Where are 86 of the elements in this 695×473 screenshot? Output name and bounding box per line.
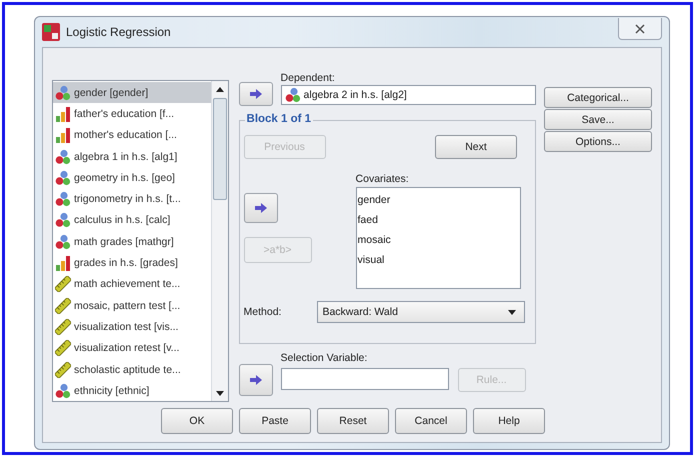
variable-item[interactable]: math achievement te...: [53, 274, 211, 295]
variable-label: mother's education [...: [74, 129, 177, 142]
variable-label: math grades [mathgr]: [74, 236, 174, 248]
variable-label: visualization retest [v...: [74, 342, 180, 354]
ruler-icon: [55, 318, 71, 335]
nominal-variable-icon: [55, 382, 71, 399]
ruler-icon: [55, 276, 71, 292]
move-to-covariates-button[interactable]: [244, 193, 278, 223]
variable-label: grades in h.s. [grades]: [74, 257, 178, 270]
dependent-label: Dependent:: [280, 72, 336, 84]
ruler-icon: [55, 362, 71, 378]
ruler-icon: [55, 340, 71, 356]
variable-list[interactable]: [52, 80, 229, 402]
variable-item[interactable]: gender [gender]: [53, 82, 211, 104]
move-to-dependent-button[interactable]: [238, 82, 273, 106]
down-triangle-icon: [216, 390, 224, 396]
side-button[interactable]: Save...: [544, 109, 652, 130]
dialog-button[interactable]: Reset: [317, 408, 389, 434]
move-to-selection-button[interactable]: [238, 364, 273, 396]
window-title: Logistic Regression: [66, 25, 172, 39]
close-icon: [635, 24, 645, 34]
variable-item[interactable]: trigonometry in h.s. [t...: [53, 188, 211, 210]
method-value: Backward: Wald: [322, 306, 398, 318]
variable-item[interactable]: ethnicity [ethnic]: [53, 380, 211, 401]
next-button[interactable]: Next: [435, 135, 517, 159]
bar-chart-icon: [55, 106, 71, 122]
variable-item[interactable]: calculus in h.s. [calc]: [53, 210, 211, 232]
nominal-variable-icon: [55, 84, 71, 101]
variable-item[interactable]: visualization retest [v...: [53, 338, 211, 359]
selection-variable-field[interactable]: [280, 368, 449, 390]
nominal-variable-icon: [55, 148, 71, 165]
variable-item[interactable]: mosaic, pattern test [...: [53, 294, 211, 316]
app-icon: [42, 23, 60, 41]
covariate-item[interactable]: visual: [358, 250, 519, 270]
nominal-variable-icon: [55, 234, 71, 250]
variable-label: visualization test [vis...: [74, 320, 178, 333]
dialog-button[interactable]: OK: [161, 408, 233, 434]
variable-label: father's education [f...: [74, 108, 174, 120]
variable-label: ethnicity [ethnic]: [74, 384, 150, 397]
up-triangle-icon: [216, 86, 224, 92]
method-label: Method:: [244, 306, 282, 318]
ruler-icon: [55, 298, 71, 314]
block-title: Block 1 of 1: [244, 113, 314, 125]
nominal-variable-icon: [55, 212, 71, 228]
nominal-variable-icon: [284, 87, 301, 103]
dialog-button[interactable]: Help: [473, 408, 545, 434]
variable-item[interactable]: math grades [mathgr]: [53, 231, 211, 252]
covariates-label: Covariates:: [356, 173, 410, 185]
method-dropdown[interactable]: Backward: Wald: [317, 301, 525, 323]
dialog-button[interactable]: Cancel: [395, 408, 467, 434]
covariate-item[interactable]: faed: [358, 210, 519, 230]
close-button[interactable]: [618, 18, 662, 40]
variable-item[interactable]: grades in h.s. [grades]: [53, 252, 211, 274]
variable-label: geometry in h.s. [geo]: [74, 172, 175, 184]
side-button[interactable]: Categorical...: [544, 87, 652, 108]
covariate-item[interactable]: mosaic: [358, 230, 519, 250]
variable-label: algebra 1 in h.s. [alg1]: [74, 150, 178, 163]
right-arrow-icon: [248, 374, 263, 386]
nominal-variable-icon: [55, 191, 71, 208]
dialog-button[interactable]: Paste: [239, 408, 311, 434]
side-button[interactable]: Options...: [544, 131, 652, 152]
bar-chart-icon: [55, 127, 71, 144]
variable-label: scholastic aptitude te...: [74, 364, 181, 376]
selection-variable-label: Selection Variable:: [280, 352, 368, 364]
variable-item[interactable]: scholastic aptitude te...: [53, 358, 211, 380]
variable-label: mosaic, pattern test [...: [74, 300, 180, 312]
variable-item[interactable]: algebra 1 in h.s. [alg1]: [53, 146, 211, 168]
dropdown-caret-icon: [508, 310, 516, 314]
variable-label: calculus in h.s. [calc]: [74, 214, 170, 226]
covariate-item[interactable]: gender: [358, 190, 519, 210]
right-arrow-icon: [248, 88, 263, 100]
dependent-value: algebra 2 in h.s. [alg2]: [304, 89, 407, 101]
variable-item[interactable]: geometry in h.s. [geo]: [53, 167, 211, 188]
bar-chart-icon: [55, 255, 71, 272]
variable-item[interactable]: mother's education [...: [53, 124, 211, 146]
scrollbar[interactable]: [210, 81, 228, 401]
variable-item[interactable]: visualization test [vis...: [53, 316, 211, 338]
variable-label: gender [gender]: [74, 86, 148, 99]
right-arrow-icon: [254, 202, 268, 214]
covariates-list[interactable]: gender faed mosaic visual: [356, 187, 521, 289]
variable-item[interactable]: father's education [f...: [53, 103, 211, 125]
variable-label: trigonometry in h.s. [t...: [74, 193, 181, 206]
dependent-field[interactable]: algebra 2 in h.s. [alg2]: [280, 85, 536, 105]
scroll-thumb[interactable]: [212, 98, 227, 200]
variable-label: math achievement te...: [74, 278, 180, 290]
nominal-variable-icon: [55, 170, 71, 186]
